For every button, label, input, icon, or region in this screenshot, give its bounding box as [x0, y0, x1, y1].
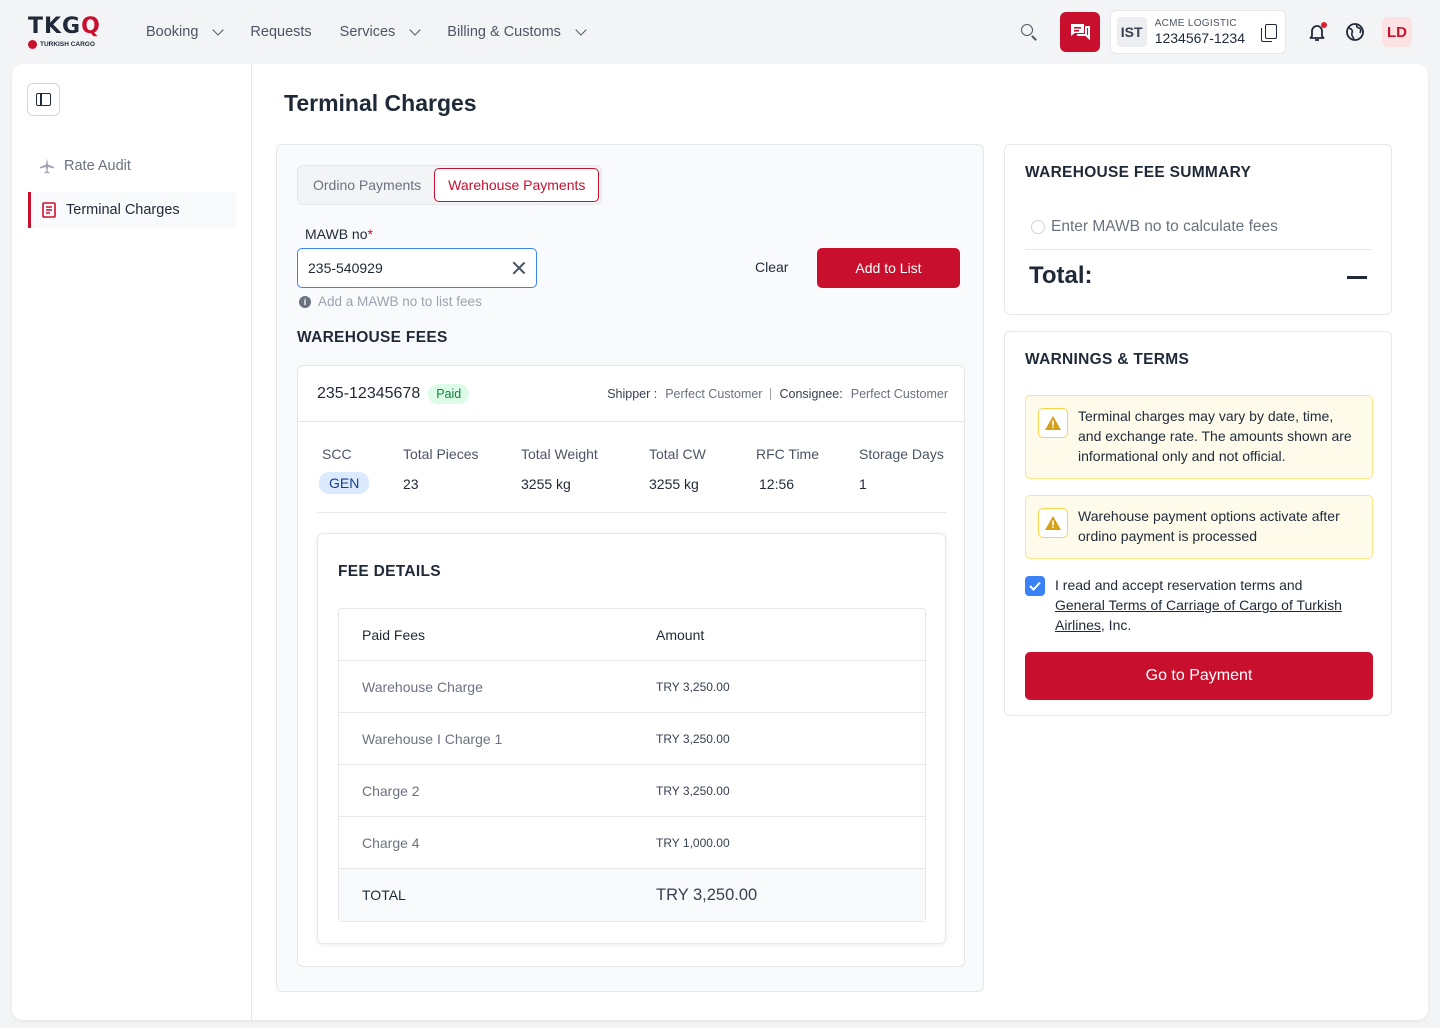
mawb-input[interactable]: [308, 260, 512, 276]
summary-total-label: Total:: [1029, 262, 1093, 289]
nav-billing-customs[interactable]: Billing & Customs: [447, 24, 587, 40]
chat-button[interactable]: [1059, 12, 1100, 52]
fee-details-title: FEE DETAILS: [338, 563, 441, 580]
sidebar-panel-icon: [36, 93, 51, 106]
fee-details-card: FEE DETAILS Paid Fees Amount Warehouse C…: [317, 533, 946, 944]
top-actions: IST ACME LOGISTIC 1234567-1234 LD: [1018, 10, 1412, 54]
warning-box: Warehouse payment options activate after…: [1025, 495, 1373, 559]
warning-box: Terminal charges may vary by date, time,…: [1025, 395, 1373, 479]
add-to-list-button[interactable]: Add to List: [817, 248, 960, 288]
shipper-value: Perfect Customer: [665, 386, 763, 401]
awb-card-header: 235-12345678 Paid Shipper : Perfect Cust…: [298, 366, 964, 422]
nav-services[interactable]: Services: [340, 24, 421, 40]
account-name: ACME LOGISTIC: [1154, 18, 1237, 29]
fee-summary-panel: WAREHOUSE FEE SUMMARY Enter MAWB no to c…: [1004, 144, 1392, 315]
warning-icon: [1045, 516, 1061, 530]
logo[interactable]: TKGQ TURKISH CARGO: [28, 15, 108, 49]
payment-tabs: Ordino Payments Warehouse Payments: [297, 165, 603, 205]
sidebar-toggle-button[interactable]: [27, 83, 60, 116]
terms-acceptance: I read and accept reservation terms and …: [1025, 575, 1355, 635]
mawb-label: MAWB no*: [305, 226, 373, 242]
summary-hint: Enter MAWB no to calculate fees: [1031, 218, 1278, 236]
go-to-payment-button[interactable]: Go to Payment: [1025, 652, 1373, 700]
fee-summary-title: WAREHOUSE FEE SUMMARY: [1025, 164, 1252, 181]
stat-storage-days: Storage Days 1: [859, 446, 944, 492]
warning-icon: [1045, 416, 1061, 430]
check-icon: [1029, 581, 1041, 591]
stat-rfc-time: RFC Time 12:56: [756, 446, 819, 492]
table-header: Paid Fees Amount: [339, 609, 925, 661]
mawb-input-wrapper: [297, 248, 537, 288]
awb-number: 235-12345678: [317, 384, 421, 402]
notification-dot: [1321, 22, 1327, 28]
table-row: Warehouse Charge TRY 3,250.00: [339, 661, 925, 713]
sidebar: Rate Audit Terminal Charges: [12, 64, 252, 1020]
main-container: Rate Audit Terminal Charges Terminal Cha…: [12, 64, 1428, 1020]
sidebar-item-terminal-charges[interactable]: Terminal Charges: [28, 192, 236, 228]
status-badge: Paid: [428, 383, 470, 404]
warnings-title: WARNINGS & TERMS: [1025, 351, 1190, 368]
stat-total-pieces: Total Pieces 23: [403, 446, 479, 492]
divider: [317, 512, 946, 513]
plane-icon: [40, 158, 54, 174]
main-menu: Booking Requests Services Billing & Cust…: [146, 24, 587, 40]
divider: [1025, 249, 1372, 250]
parties: Shipper : Perfect Customer Consignee: Pe…: [607, 386, 948, 401]
notifications-button[interactable]: [1306, 21, 1328, 43]
clear-input-icon[interactable]: [512, 261, 526, 275]
user-avatar[interactable]: LD: [1382, 17, 1412, 47]
info-outline-icon: [1031, 220, 1045, 234]
chevron-down-icon: [575, 24, 587, 36]
info-icon: i: [299, 295, 311, 308]
nav-booking[interactable]: Booking: [146, 24, 225, 40]
scc-badge: GEN: [319, 472, 370, 494]
chevron-down-icon: [212, 24, 225, 36]
stat-scc: SCC GEN: [319, 446, 403, 494]
mawb-hint: i Add a MAWB no to list fees: [299, 294, 482, 309]
awb-fee-card: 235-12345678 Paid Shipper : Perfect Cust…: [297, 365, 965, 967]
table-row: Charge 4 TRY 1,000.00: [339, 817, 925, 869]
clear-button[interactable]: Clear: [755, 259, 788, 275]
chat-icon: [1070, 24, 1090, 41]
account-selector[interactable]: IST ACME LOGISTIC 1234567-1234: [1109, 10, 1286, 54]
tab-ordino-payments[interactable]: Ordino Payments: [300, 168, 434, 202]
warehouse-fees-heading: WAREHOUSE FEES: [297, 329, 448, 346]
stat-total-cw: Total CW 3255 kg: [649, 446, 706, 492]
chevron-down-icon: [409, 24, 421, 36]
airport-code: IST: [1116, 17, 1147, 47]
summary-total-empty: [1347, 276, 1367, 279]
warnings-terms-panel: WARNINGS & TERMS Terminal charges may va…: [1004, 331, 1392, 716]
tab-warehouse-payments[interactable]: Warehouse Payments: [434, 168, 600, 202]
table-total-row: TOTAL TRY 3,250.00: [339, 869, 925, 921]
page-title: Terminal Charges: [284, 90, 477, 116]
receipt-icon: [42, 202, 56, 218]
stat-total-weight: Total Weight 3255 kg: [521, 446, 598, 492]
warehouse-payments-panel: Ordino Payments Warehouse Payments MAWB …: [276, 144, 984, 992]
top-navbar: TKGQ TURKISH CARGO Booking Requests Serv…: [0, 0, 1440, 64]
fee-details-table: Paid Fees Amount Warehouse Charge TRY 3,…: [338, 608, 926, 922]
globe-icon[interactable]: [1344, 21, 1366, 43]
terms-link[interactable]: General Terms of Carriage of Cargo of Tu…: [1055, 597, 1342, 633]
table-row: Charge 2 TRY 3,250.00: [339, 765, 925, 817]
account-number: 1234567-1234: [1154, 30, 1245, 46]
table-row: Warehouse I Charge 1 TRY 3,250.00: [339, 713, 925, 765]
sidebar-item-rate-audit[interactable]: Rate Audit: [28, 148, 236, 184]
shipment-stats: SCC GEN Total Pieces 23 Total Weight 325…: [319, 446, 944, 494]
nav-requests[interactable]: Requests: [250, 24, 311, 40]
copy-icon[interactable]: [1259, 22, 1279, 42]
logo-mark-icon: [28, 39, 37, 49]
consignee-value: Perfect Customer: [850, 386, 948, 401]
search-icon[interactable]: [1018, 21, 1040, 43]
separator: [770, 387, 772, 400]
terms-checkbox[interactable]: [1025, 576, 1045, 596]
